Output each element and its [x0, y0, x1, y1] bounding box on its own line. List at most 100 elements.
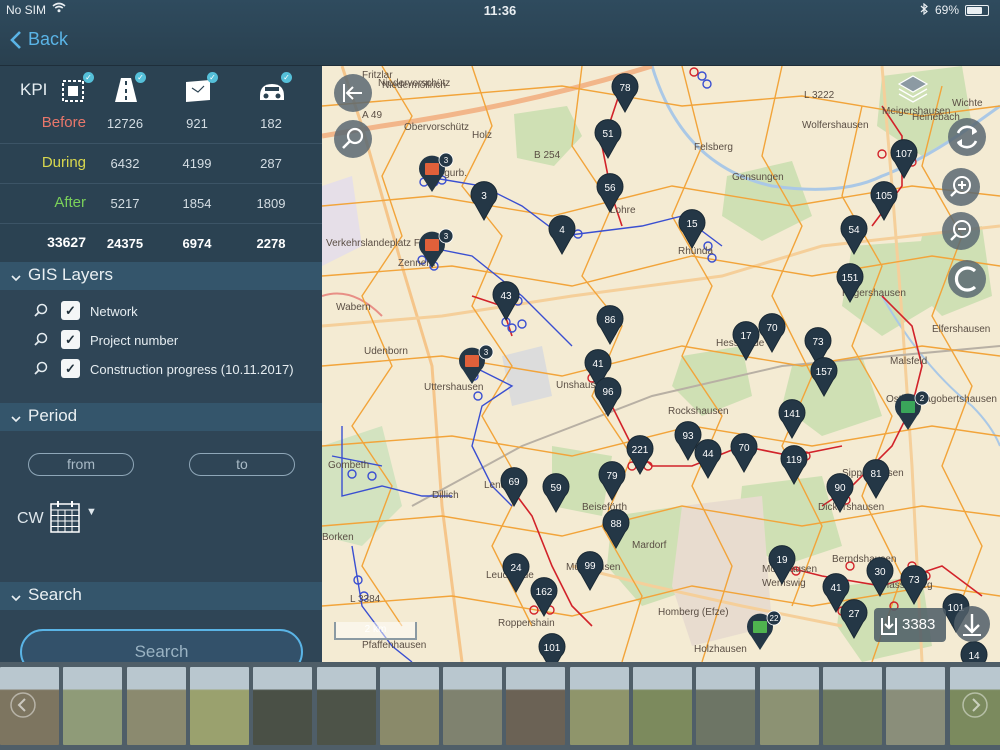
refresh-icon	[956, 125, 978, 149]
layer-checkbox[interactable]: ✓	[61, 330, 80, 349]
pin-label: 41	[592, 359, 604, 370]
calendar-icon[interactable]	[50, 500, 80, 538]
place-label: Felsberg	[694, 142, 733, 153]
cluster-count: 2	[920, 394, 925, 403]
map-view[interactable]: Fritzlar Niedervorschütz L 3222 Meigershaus…	[322, 66, 1000, 662]
layers-button[interactable]	[894, 70, 932, 108]
map-search-button[interactable]	[334, 120, 372, 158]
pin-label: 96	[602, 387, 614, 398]
check-badge-icon: ✓	[135, 72, 146, 83]
place-label: Wabern	[336, 302, 371, 313]
download-queue-icon	[881, 616, 897, 635]
chevron-right-icon[interactable]	[960, 690, 990, 720]
layer-checkbox[interactable]: ✓	[61, 301, 80, 320]
map-pin[interactable]: 101	[538, 633, 566, 662]
place-label: L 3222	[804, 90, 835, 101]
chevron-down-icon	[11, 587, 21, 607]
photo-thumbnail[interactable]	[63, 667, 123, 745]
cluster-marker[interactable]: 22	[747, 610, 782, 650]
map-canvas[interactable]: FritzlarNiedervorschützL 3222Meigershaus…	[322, 66, 1000, 662]
place-label: Mardorf	[632, 540, 667, 551]
back-button[interactable]: Back	[10, 29, 68, 50]
vehicle-icon[interactable]: ✓	[256, 72, 292, 106]
to-date-field[interactable]: to	[189, 453, 295, 476]
area-selection-icon[interactable]: ✓	[58, 72, 94, 106]
from-date-field[interactable]: from	[28, 453, 134, 476]
photo-thumbnail[interactable]	[759, 667, 819, 745]
check-badge-icon: ✓	[83, 72, 94, 83]
photo-thumbnail[interactable]	[316, 667, 376, 745]
search-icon[interactable]	[34, 361, 48, 378]
pin-label: 70	[766, 323, 778, 334]
photo-thumbnail[interactable]	[633, 667, 692, 745]
map-pin[interactable]: 119	[780, 445, 808, 486]
map-pin[interactable]: 86	[596, 305, 624, 346]
layer-checkbox[interactable]: ✓	[61, 359, 80, 378]
photo-thumbnail[interactable]	[379, 667, 439, 745]
photo-thumbnail[interactable]	[569, 667, 629, 745]
pin-label: 73	[812, 337, 824, 348]
download-count: 3383	[902, 616, 936, 633]
download-button[interactable]	[954, 606, 990, 642]
map-pin[interactable]: 4	[548, 215, 576, 256]
road-icon[interactable]: ✓	[110, 72, 146, 106]
map-pin[interactable]: 15	[678, 209, 706, 250]
chevron-left-icon[interactable]	[8, 690, 38, 720]
photo-thumbnail[interactable]	[253, 667, 313, 745]
place-label: B 254	[534, 150, 561, 161]
pin-label: 54	[848, 225, 860, 236]
zoom-out-button[interactable]	[942, 212, 980, 250]
cluster-marker[interactable]: 3	[459, 344, 494, 384]
map-pin[interactable]: 3	[470, 181, 498, 222]
photo-thumbnail[interactable]	[443, 667, 503, 745]
photo-thumbnail[interactable]	[886, 667, 946, 745]
pin-label: 4	[559, 225, 565, 236]
map-pin[interactable]: 70	[730, 433, 758, 474]
location-button[interactable]	[948, 260, 986, 298]
compass-icon	[954, 266, 977, 292]
side-panel: KPI ✓ ✓ ✓ ✓ Before 12726 921 182 During …	[0, 66, 322, 662]
kpi-row-total: 33627 24375 6974 2278	[0, 224, 322, 264]
photo-thumbnail[interactable]	[822, 667, 882, 745]
search-icon[interactable]	[34, 332, 48, 349]
pin-label: 105	[876, 191, 893, 202]
download-counter[interactable]: 3383	[874, 608, 946, 642]
chevron-down-icon	[11, 408, 21, 428]
map-sheet-icon[interactable]: ✓	[182, 72, 218, 106]
map-pin[interactable]: 69	[500, 467, 528, 508]
pin-label: 43	[500, 291, 512, 302]
pin-label: 107	[896, 149, 913, 160]
map-pin[interactable]: 221	[626, 435, 654, 476]
search-button[interactable]: Search	[20, 629, 303, 662]
map-pin[interactable]: 44	[694, 439, 722, 480]
map-pin[interactable]: 141	[778, 399, 806, 440]
collapse-panel-button[interactable]	[334, 74, 372, 112]
search-header[interactable]: Search	[0, 582, 322, 610]
map-pin[interactable]: 43	[492, 281, 520, 322]
dropdown-caret-icon[interactable]: ▼	[86, 506, 97, 518]
zoom-in-button[interactable]	[942, 168, 980, 206]
period-header[interactable]: Period	[0, 403, 322, 431]
photo-thumbnail[interactable]	[506, 667, 566, 745]
gis-layers-header[interactable]: GIS Layers	[0, 262, 322, 290]
photo-thumbnail[interactable]	[126, 667, 186, 745]
pin-label: 59	[550, 483, 562, 494]
map-pin[interactable]: 81	[862, 459, 890, 500]
map-pin[interactable]: 24	[502, 553, 530, 594]
cluster-marker[interactable]: 2	[895, 390, 930, 430]
map-pin[interactable]: 99	[576, 551, 604, 592]
place-label: Rhünda	[678, 246, 713, 257]
place-label: Gensungen	[732, 172, 784, 183]
pin-label: 70	[738, 443, 750, 454]
search-icon[interactable]	[34, 303, 48, 320]
photo-strip[interactable]	[0, 662, 1000, 750]
map-pin[interactable]: 51	[594, 119, 622, 160]
place-label: Obervorschütz	[404, 122, 469, 133]
photo-thumbnail[interactable]	[189, 667, 249, 745]
refresh-button[interactable]	[948, 118, 986, 156]
photo-thumbnail[interactable]	[696, 667, 756, 745]
pin-label: 27	[848, 609, 860, 620]
download-icon	[963, 614, 981, 636]
place-label: Gombeth	[328, 460, 369, 471]
map-pin[interactable]: 14	[960, 641, 988, 662]
